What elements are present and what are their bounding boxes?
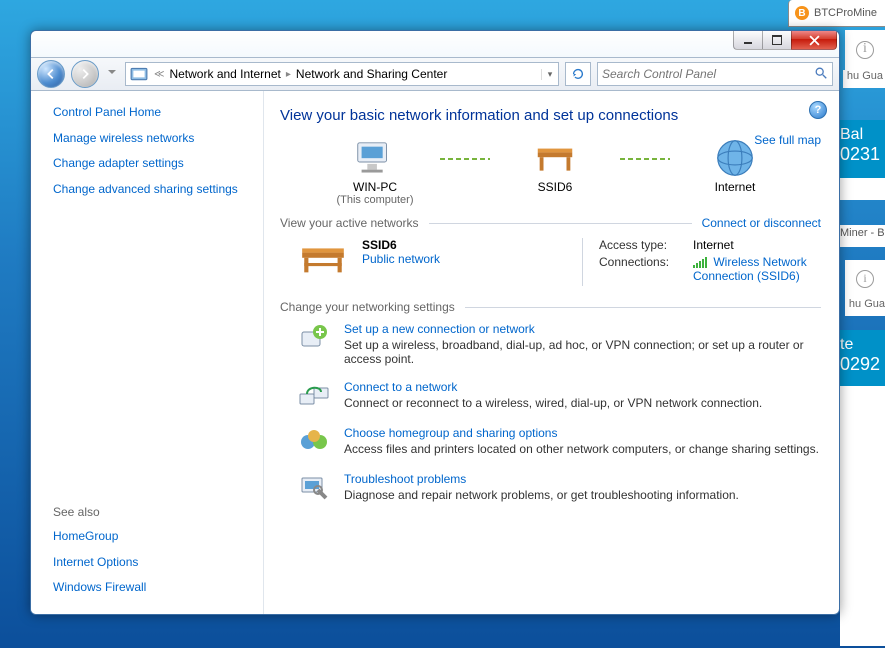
sidebar-internet-options[interactable]: Internet Options: [53, 555, 138, 569]
setup-connection-link[interactable]: Set up a new connection or network: [344, 322, 535, 336]
control-panel-icon: [130, 65, 148, 83]
addressbar-info-icon: i: [845, 30, 885, 70]
main-content: ? View your basic network information an…: [264, 91, 839, 615]
setup-connection-desc: Set up a wireless, broadband, dial-up, a…: [344, 338, 821, 366]
connect-disconnect-link[interactable]: Connect or disconnect: [702, 216, 821, 230]
settings-item: Set up a new connection or network Set u…: [298, 322, 821, 366]
new-connection-icon: [298, 322, 330, 354]
breadcrumb-chevron-icon[interactable]: ▸: [284, 69, 293, 80]
node-sublabel: (This computer): [336, 194, 413, 206]
te-panel: te 0292: [836, 330, 885, 392]
network-type-link[interactable]: Public network: [362, 252, 440, 266]
access-type-value: Internet: [693, 238, 821, 252]
search-box[interactable]: [597, 62, 833, 86]
breadcrumb-item[interactable]: Network and Sharing Center: [293, 67, 450, 81]
bitcoin-icon: B: [795, 6, 809, 20]
see-also-heading: See also: [53, 505, 253, 519]
homegroup-desc: Access files and printers located on oth…: [344, 442, 819, 456]
connect-network-link[interactable]: Connect to a network: [344, 380, 457, 394]
control-panel-window: ≪ Network and Internet ▸ Network and Sha…: [30, 30, 840, 615]
te-value: 0292: [840, 354, 885, 375]
help-icon[interactable]: ?: [809, 101, 827, 119]
sidebar-advanced-sharing[interactable]: Change advanced sharing settings: [53, 182, 238, 196]
computer-icon: [352, 138, 398, 178]
sidebar: Control Panel Home Manage wireless netwo…: [31, 91, 264, 615]
balance-label: Bal: [840, 126, 885, 144]
forward-button[interactable]: [71, 60, 99, 88]
signal-strength-icon: [693, 258, 707, 268]
node-label: SSID6: [538, 180, 573, 194]
network-map: WIN-PC (This computer) SSID6 Inter: [310, 138, 821, 206]
connections-label: Connections:: [599, 255, 685, 283]
close-button[interactable]: [791, 31, 837, 50]
network-node-pc: WIN-PC (This computer): [310, 138, 440, 206]
troubleshoot-icon: [298, 472, 330, 504]
bench-icon: [532, 138, 578, 178]
network-node-router: SSID6: [490, 138, 620, 206]
browser-tab[interactable]: B BTCProMine: [788, 0, 885, 27]
breadcrumb-item[interactable]: Network and Internet: [166, 67, 283, 81]
access-type-label: Access type:: [599, 238, 685, 252]
network-edge: [440, 158, 490, 160]
connect-network-icon: [298, 380, 330, 412]
sidebar-windows-firewall[interactable]: Windows Firewall: [53, 580, 146, 594]
node-label: WIN-PC: [353, 180, 397, 194]
active-networks-heading: View your active networks: [280, 216, 419, 230]
background-strip-2: [840, 386, 885, 646]
page-title: View your basic network information and …: [280, 107, 821, 124]
back-button[interactable]: [37, 60, 65, 88]
globe-icon: [712, 138, 758, 178]
te-label: te: [840, 336, 885, 354]
window-titlebar[interactable]: [31, 31, 839, 57]
minimize-button[interactable]: [733, 31, 763, 50]
troubleshoot-link[interactable]: Troubleshoot problems: [344, 472, 466, 486]
nav-history-dropdown[interactable]: [105, 63, 119, 85]
balance-panel: Bal 0231: [836, 120, 885, 184]
node-label: Internet: [715, 180, 756, 194]
breadcrumb-chevron-icon[interactable]: ≪: [152, 69, 166, 80]
background-text: hu Gua: [843, 70, 885, 88]
active-network-name: SSID6: [362, 238, 397, 252]
sidebar-control-panel-home[interactable]: Control Panel Home: [53, 105, 161, 119]
network-edge: [620, 158, 670, 160]
maximize-button[interactable]: [762, 31, 792, 50]
settings-item: Choose homegroup and sharing options Acc…: [298, 426, 821, 458]
connection-link[interactable]: Wireless Network Connection (SSID6): [693, 255, 807, 283]
balance-value: 0231: [840, 144, 885, 165]
connect-network-desc: Connect or reconnect to a wireless, wire…: [344, 396, 762, 410]
search-input[interactable]: [598, 63, 810, 85]
addressbar-info-icon-2: i: [845, 260, 885, 298]
browser-tab-label: BTCProMine: [814, 7, 877, 19]
settings-item: Connect to a network Connect or reconnec…: [298, 380, 821, 412]
see-full-map-link[interactable]: See full map: [754, 133, 821, 147]
change-settings-heading: Change your networking settings: [280, 300, 455, 314]
window-buttons: [734, 31, 837, 50]
sidebar-manage-wireless[interactable]: Manage wireless networks: [53, 131, 194, 145]
search-icon[interactable]: [810, 66, 832, 83]
homegroup-link[interactable]: Choose homegroup and sharing options: [344, 426, 557, 440]
sidebar-homegroup[interactable]: HomeGroup: [53, 529, 118, 543]
miner-label: Miner - B: [838, 225, 885, 247]
homegroup-icon: [298, 426, 330, 458]
background-text-2: hu Gua: [845, 298, 885, 316]
address-bar[interactable]: ≪ Network and Internet ▸ Network and Sha…: [125, 62, 559, 86]
settings-item: Troubleshoot problems Diagnose and repai…: [298, 472, 821, 504]
troubleshoot-desc: Diagnose and repair network problems, or…: [344, 488, 739, 502]
network-node-internet: Internet: [670, 138, 800, 206]
refresh-button[interactable]: [565, 62, 591, 86]
background-strip: [840, 178, 885, 200]
bench-icon: [298, 238, 348, 278]
nav-toolbar: ≪ Network and Internet ▸ Network and Sha…: [31, 57, 839, 91]
sidebar-change-adapter[interactable]: Change adapter settings: [53, 156, 184, 170]
active-network: SSID6 Public network Access type: Intern…: [298, 238, 821, 286]
address-dropdown[interactable]: ▾: [541, 69, 558, 80]
